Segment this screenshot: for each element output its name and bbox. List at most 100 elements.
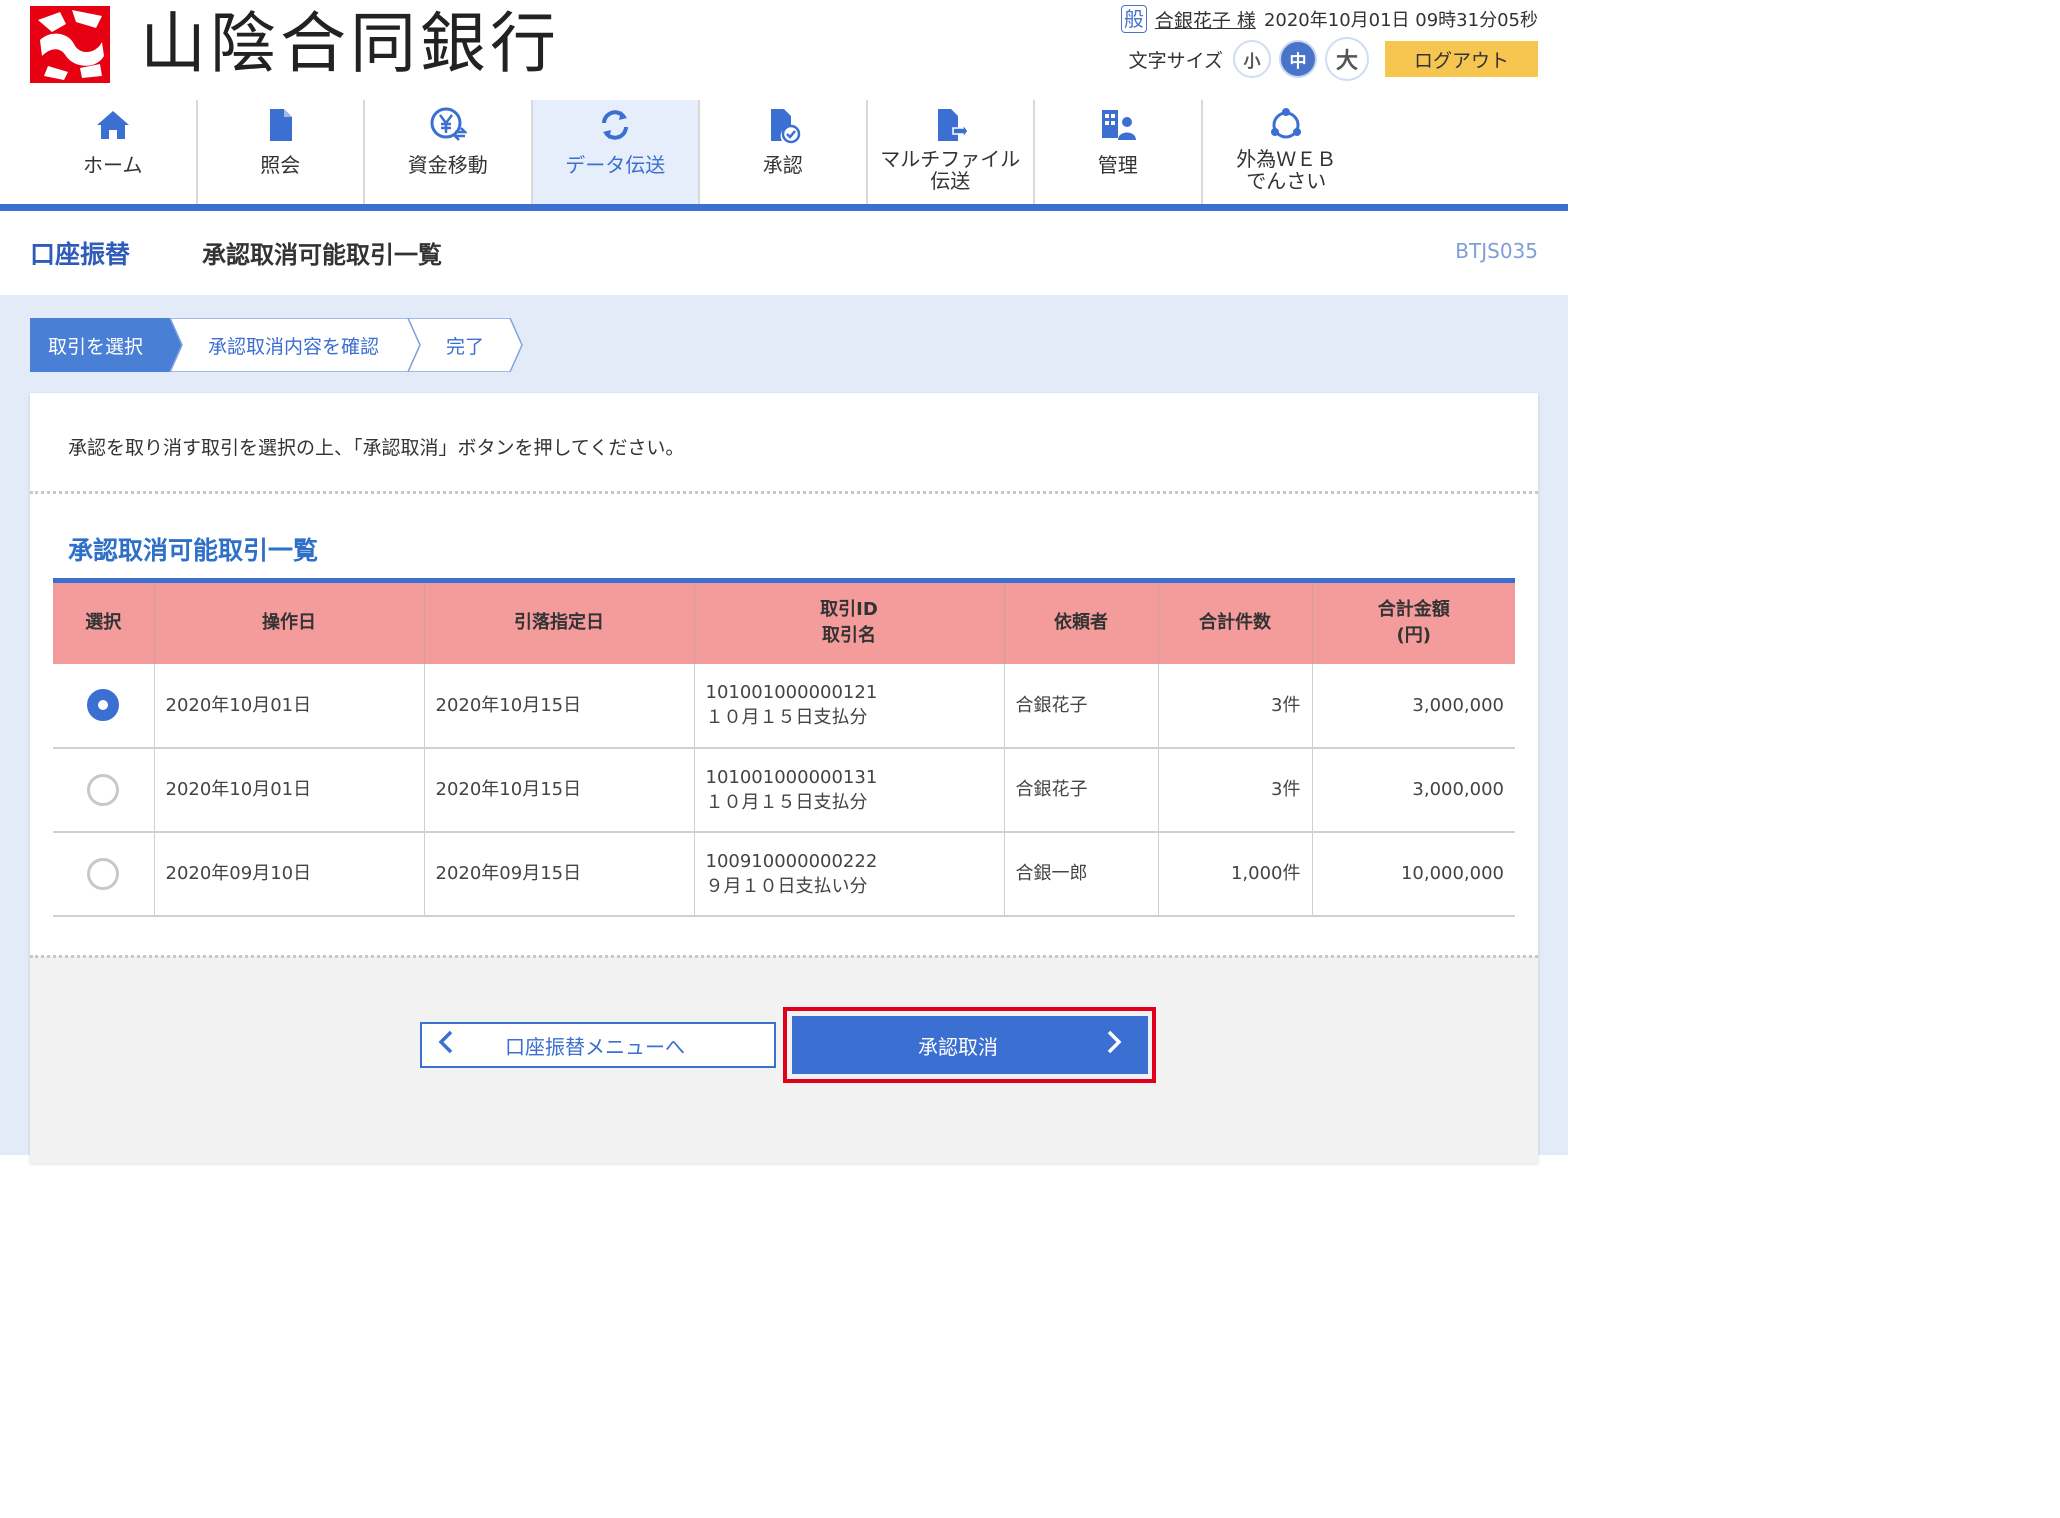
- nav-label: マルチファイル 伝送: [880, 147, 1021, 193]
- logout-button[interactable]: ログアウト: [1385, 41, 1538, 77]
- debit-date-cell: 2020年10月15日: [423, 747, 695, 833]
- row-radio[interactable]: [87, 773, 120, 806]
- document-icon: [270, 109, 293, 141]
- font-size-label: 文字サイズ: [1128, 49, 1223, 72]
- circle-network-icon: [1271, 108, 1302, 139]
- divider: [30, 955, 1538, 958]
- nav-item-approval[interactable]: 承認: [700, 100, 868, 204]
- txn-id: 100910000000222: [705, 850, 878, 872]
- nav-item-fx-web-densai[interactable]: 外為ＷＥＢ でんさい: [1203, 100, 1371, 204]
- requester-cell: 合銀花子: [1003, 747, 1159, 833]
- page-title: 承認取消可能取引一覧: [202, 241, 442, 269]
- nav-label: 管理: [1097, 153, 1138, 177]
- chevron-left-icon: [436, 1029, 476, 1062]
- user-info: 般 合銀花子 様 2020年10月01日 09時31分05秒: [1120, 4, 1538, 34]
- select-cell: [53, 831, 155, 917]
- txn-cell: 101001000000131 １０月１５日支払分: [693, 747, 1005, 833]
- col-header-op-date: 操作日: [153, 580, 425, 664]
- nav-item-admin[interactable]: 管理: [1035, 100, 1203, 204]
- col-header-count: 合計件数: [1157, 580, 1313, 664]
- cancel-approval-button[interactable]: 承認取消: [792, 1016, 1148, 1074]
- col-header-requester: 依頼者: [1003, 580, 1159, 664]
- nav-label: 照会: [260, 153, 301, 177]
- table-row[interactable]: 2020年09月10日 2020年09月15日 100910000000222 …: [53, 831, 1515, 917]
- requester-cell: 合銀一郎: [1003, 831, 1159, 917]
- txn-name: ９月１０日支払い分: [705, 875, 868, 897]
- font-size-medium-button[interactable]: 中: [1279, 40, 1317, 78]
- transaction-table: 選択 操作日 引落指定日 取引ID 取引名 依頼者 合計件数 合計金額 (円) …: [53, 578, 1515, 917]
- back-to-menu-button[interactable]: 口座振替メニューへ: [420, 1022, 776, 1068]
- nav-label: 承認: [762, 153, 803, 177]
- content-card: 承認を取り消す取引を選択の上、「承認取消」ボタンを押してください。 承認取消可能…: [30, 393, 1538, 1163]
- bank-name: 山陰合同銀行: [140, 5, 560, 82]
- divider: [30, 491, 1538, 494]
- step-select: 取引を選択: [48, 336, 144, 358]
- nav-label: データ伝送: [565, 153, 666, 177]
- amount-cell: 10,000,000: [1311, 831, 1515, 917]
- global-nav: ホーム 照会 資金移動 データ伝送 承認 マルチファイル 伝送 管理 外為ＷＥＢ…: [30, 100, 1538, 204]
- font-size-large-button[interactable]: 大: [1325, 37, 1369, 81]
- amount-cell: 3,000,000: [1311, 663, 1515, 749]
- nav-item-multi-file-transfer[interactable]: マルチファイル 伝送: [868, 100, 1035, 204]
- back-button-label: 口座振替メニューへ: [505, 1034, 685, 1059]
- col-header-debit-date: 引落指定日: [423, 580, 695, 664]
- submit-button-label: 承認取消: [918, 1034, 998, 1059]
- op-date-cell: 2020年10月01日: [153, 663, 425, 749]
- step-confirm: 承認取消内容を確認: [208, 336, 380, 358]
- txn-cell: 100910000000222 ９月１０日支払い分: [693, 831, 1005, 917]
- file-send-icon: [938, 109, 970, 141]
- font-size-switcher: 文字サイズ 小 中 大 ログアウト: [1128, 37, 1538, 81]
- nav-label: ホーム: [83, 153, 143, 177]
- nav-item-data-transfer[interactable]: データ伝送: [532, 100, 700, 204]
- user-type-badge: 般: [1120, 5, 1147, 33]
- table-row[interactable]: 2020年10月01日 2020年10月15日 101001000000131 …: [53, 747, 1515, 833]
- screen-code: BTJS035: [1455, 239, 1538, 263]
- select-cell: [53, 663, 155, 749]
- nav-item-inquiry[interactable]: 照会: [198, 100, 365, 204]
- col-header-txn-name: 取引名: [822, 625, 876, 647]
- debit-date-cell: 2020年10月15日: [423, 663, 695, 749]
- select-cell: [53, 747, 155, 833]
- count-cell: 1,000件: [1157, 831, 1313, 917]
- page-title-bar: 口座振替 承認取消可能取引一覧 BTJS035: [0, 211, 1568, 295]
- admin-icon: [1101, 110, 1136, 140]
- row-radio[interactable]: [87, 689, 120, 721]
- txn-cell: 101001000000121 １０月１５日支払分: [693, 663, 1005, 749]
- nav-label: 資金移動: [407, 153, 488, 177]
- txn-name: １０月１５日支払分: [705, 707, 868, 728]
- user-name-link[interactable]: 合銀花子 様: [1155, 6, 1256, 33]
- col-header-amount: 合計金額 (円): [1311, 580, 1515, 664]
- txn-name: １０月１５日支払分: [705, 791, 868, 813]
- count-cell: 3件: [1157, 663, 1313, 749]
- count-cell: 3件: [1157, 747, 1313, 833]
- yen-transfer-icon: [430, 107, 467, 141]
- step-complete: 完了: [446, 336, 485, 358]
- chevron-right-icon: [1094, 1029, 1134, 1062]
- section-title: 承認取消可能取引一覧: [68, 536, 319, 565]
- nav-item-home[interactable]: ホーム: [30, 100, 198, 204]
- col-header-txn-id: 取引ID: [820, 599, 878, 621]
- approve-document-icon: [770, 109, 800, 144]
- amount-cell: 3,000,000: [1311, 747, 1515, 833]
- nav-item-fund-transfer[interactable]: 資金移動: [365, 100, 533, 204]
- col-header-amount-unit: (円): [1396, 625, 1431, 647]
- instruction-text: 承認を取り消す取引を選択の上、「承認取消」ボタンを押してください。: [68, 437, 685, 459]
- col-header-select: 選択: [53, 580, 155, 664]
- row-radio[interactable]: [87, 857, 120, 890]
- debit-date-cell: 2020年09月15日: [423, 831, 695, 917]
- txn-id: 101001000000131: [705, 766, 878, 788]
- step-indicator: 取引を選択 承認取消内容を確認 完了: [30, 318, 530, 372]
- font-size-small-button[interactable]: 小: [1233, 40, 1271, 78]
- nav-underline: [0, 204, 1568, 211]
- col-header-amount-label: 合計金額: [1377, 599, 1450, 621]
- sync-icon: [602, 110, 629, 140]
- op-date-cell: 2020年09月10日: [153, 831, 425, 917]
- table-row[interactable]: 2020年10月01日 2020年10月15日 101001000000121 …: [53, 663, 1515, 749]
- nav-label: 外為ＷＥＢ でんさい: [1236, 147, 1337, 193]
- txn-id: 101001000000121: [705, 682, 878, 703]
- page-category: 口座振替: [30, 240, 131, 269]
- op-date-cell: 2020年10月01日: [153, 747, 425, 833]
- bank-logo-icon: [30, 6, 110, 83]
- col-header-txn: 取引ID 取引名: [693, 580, 1005, 664]
- requester-cell: 合銀花子: [1003, 663, 1159, 749]
